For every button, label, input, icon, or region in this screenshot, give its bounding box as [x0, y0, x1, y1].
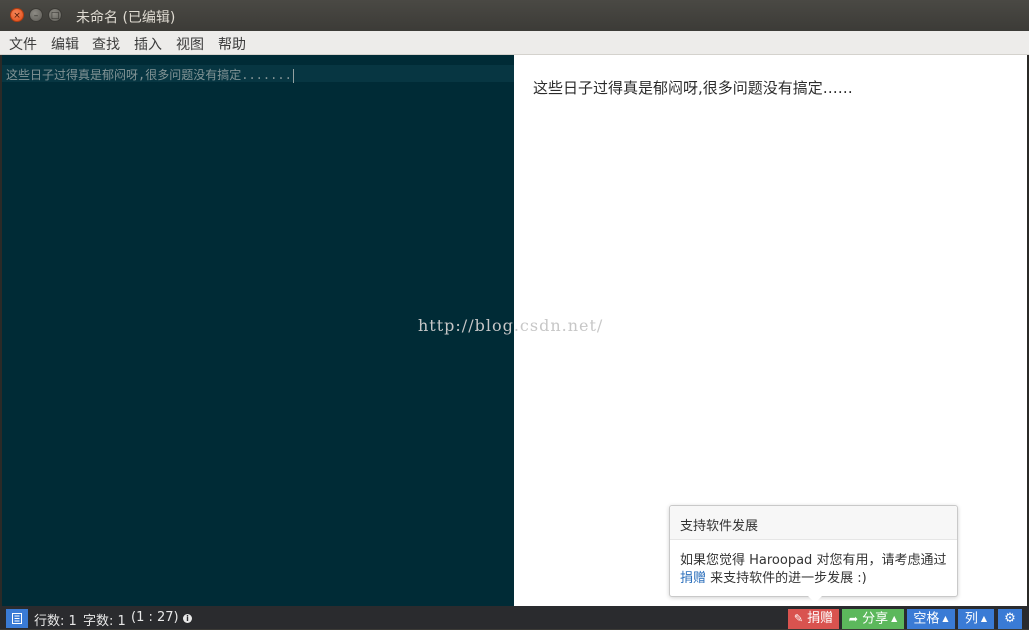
popover-arrow	[808, 596, 822, 603]
menu-help[interactable]: 帮助	[218, 34, 246, 54]
info-icon[interactable]: i	[183, 614, 192, 623]
close-icon: ×	[13, 11, 21, 21]
donate-link[interactable]: 捐赠	[680, 571, 706, 586]
popover-body: 如果您觉得 Haroopad 对您有用，请考虑通过 捐赠 来支持软件的进一步发展 …	[680, 552, 952, 588]
cursor-position: (1 : 27)	[131, 610, 179, 625]
menu-find[interactable]: 查找	[92, 34, 120, 54]
preview-paragraph: 这些日子过得真是郁闷呀,很多问题没有搞定……	[533, 79, 853, 97]
maximize-icon: □	[50, 11, 60, 21]
donate-button[interactable]: ✎ 捐赠	[788, 609, 839, 629]
active-editor-line: 这些日子过得真是郁闷呀,很多问题没有搞定.......	[2, 65, 514, 83]
menu-bar: 文件 编辑 查找 插入 视图 帮助	[0, 31, 1029, 55]
column-label: 列	[964, 611, 978, 627]
watermark-text: http://blog.csdn.net/	[418, 316, 604, 335]
close-window-button[interactable]: ×	[10, 8, 24, 22]
popover-body-text: 如果您觉得 Haroopad 对您有用，请考虑通过	[680, 553, 947, 568]
status-bar: 行数: 1 字数: 1 (1 : 27) i ✎ 捐赠 ➦ 分享 ▲ 空格 ▲ 列 ▲…	[0, 606, 1029, 629]
support-popover: 支持软件发展 如果您觉得 Haroopad 对您有用，请考虑通过 捐赠 来支持软件…	[669, 505, 958, 603]
editor-line-text: 这些日子过得真是郁闷呀,很多问题没有搞定.......	[6, 68, 294, 83]
gear-icon: ⚙	[1004, 611, 1016, 626]
title-bar: × – □ 未命名 (已编辑)	[0, 0, 1029, 31]
caret-up-icon: ▲	[891, 614, 898, 623]
donate-label: 捐赠	[807, 611, 834, 626]
popover-title: 支持软件发展	[670, 506, 957, 540]
menu-view[interactable]: 视图	[176, 34, 204, 54]
share-arrow-icon: ➦	[848, 612, 858, 626]
space-label: 空格	[913, 611, 940, 627]
menu-edit[interactable]: 编辑	[51, 34, 79, 54]
column-button[interactable]: 列 ▲	[958, 609, 994, 629]
menu-insert[interactable]: 插入	[134, 34, 162, 54]
settings-button[interactable]: ⚙	[998, 609, 1022, 629]
leaf-icon: ✎	[793, 612, 804, 625]
indent-space-button[interactable]: 空格 ▲	[907, 609, 955, 629]
list-icon	[12, 613, 22, 624]
line-count: 行数: 1	[34, 614, 77, 629]
share-button[interactable]: ➦ 分享 ▲	[842, 609, 904, 629]
text-caret	[292, 68, 294, 83]
menu-file[interactable]: 文件	[9, 34, 37, 54]
toggle-preview-button[interactable]	[6, 609, 28, 628]
window-title: 未命名 (已编辑)	[76, 10, 176, 26]
caret-up-icon: ▲	[980, 614, 988, 623]
popover-body-tail: 来支持软件的进一步发展 :)	[706, 571, 867, 586]
caret-up-icon: ▲	[942, 614, 949, 623]
minimize-window-button[interactable]: –	[29, 8, 43, 22]
char-count: 字数: 1	[83, 614, 126, 629]
maximize-window-button[interactable]: □	[48, 8, 62, 22]
minimize-icon: –	[33, 11, 39, 21]
share-label: 分享	[862, 611, 889, 627]
